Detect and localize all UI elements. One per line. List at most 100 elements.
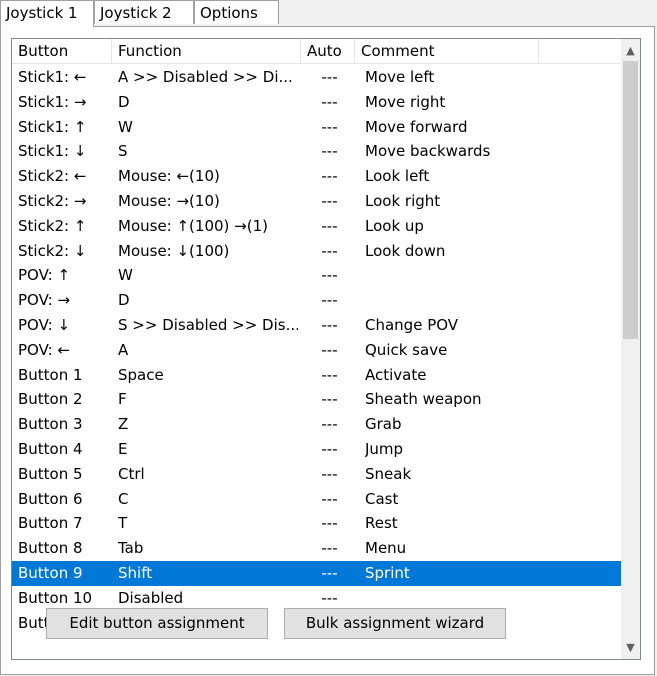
comment-cell: Sprint bbox=[365, 563, 410, 582]
auto-cell: --- bbox=[321, 588, 338, 607]
auto-cell: --- bbox=[321, 216, 338, 235]
table-row[interactable]: Stick1: ↓ S --- Move backwards bbox=[12, 139, 621, 164]
function-cell: A bbox=[118, 340, 129, 359]
button-cell: Stick1: ↓ bbox=[18, 142, 87, 161]
function-cell: T bbox=[118, 514, 128, 533]
table-row[interactable]: Stick1: → D --- Move right bbox=[12, 90, 621, 115]
auto-cell: --- bbox=[321, 489, 338, 508]
button-cell: Stick2: ↑ bbox=[18, 216, 87, 235]
table-row[interactable]: Stick1: ← A >> Disabled >> Di... --- Move l… bbox=[12, 65, 621, 90]
button-cell: Stick2: ↓ bbox=[18, 241, 87, 260]
function-cell: C bbox=[118, 489, 129, 508]
table-row[interactable]: Stick2: ↓ Mouse: ↓(100) --- Look down bbox=[12, 239, 621, 264]
tab-strip: Joystick 2 Options Joystick 1 bbox=[0, 0, 657, 27]
comment-cell: Grab bbox=[365, 415, 402, 434]
comment-cell: Look right bbox=[365, 191, 441, 210]
function-cell: Mouse: ↑(100) →(1) bbox=[118, 216, 268, 235]
list-header: Button Function Auto Comment bbox=[12, 39, 621, 64]
column-header-function[interactable]: Function bbox=[112, 39, 301, 63]
comment-cell: Move right bbox=[365, 92, 446, 111]
table-row[interactable]: Button 10 Disabled --- bbox=[12, 586, 621, 611]
button-cell: Button 3 bbox=[18, 415, 83, 434]
function-cell: A >> Disabled >> Di... bbox=[118, 68, 293, 86]
table-row[interactable]: POV: ↓ S >> Disabled >> Dis... --- Change P… bbox=[12, 313, 621, 338]
table-row[interactable]: Stick2: ↑ Mouse: ↑(100) →(1) --- Look up bbox=[12, 214, 621, 239]
column-header-button[interactable]: Button bbox=[12, 39, 112, 63]
button-cell: Button 9 bbox=[18, 563, 83, 582]
tab-options[interactable]: Options bbox=[194, 0, 279, 24]
table-row[interactable]: Button 6 C --- Cast bbox=[12, 487, 621, 512]
edit-button-assignment-button[interactable]: Edit button assignment bbox=[46, 608, 268, 639]
auto-cell: --- bbox=[321, 241, 338, 260]
comment-cell: Look up bbox=[365, 216, 424, 235]
scroll-down-icon[interactable]: ▼ bbox=[621, 638, 640, 657]
auto-cell: --- bbox=[321, 315, 338, 334]
table-row[interactable]: POV: ← A --- Quick save bbox=[12, 338, 621, 363]
auto-cell: --- bbox=[321, 167, 338, 186]
comment-cell: Move forward bbox=[365, 117, 468, 136]
auto-cell: --- bbox=[321, 142, 338, 161]
table-row[interactable]: Button 9 Shift --- Sprint bbox=[12, 560, 621, 586]
comment-cell: Move left bbox=[365, 68, 435, 86]
tab-joystick-1[interactable]: Joystick 1 bbox=[0, 0, 94, 27]
table-row[interactable]: Stick1: ↑ W --- Move forward bbox=[12, 115, 621, 140]
function-cell: S bbox=[118, 142, 128, 161]
button-cell: Button 7 bbox=[18, 514, 83, 533]
table-row[interactable]: Button 5 Ctrl --- Sneak bbox=[12, 462, 621, 487]
button-cell: Button 1 bbox=[18, 365, 83, 384]
button-cell: Button 4 bbox=[18, 439, 83, 458]
table-row[interactable]: Button 7 T --- Rest bbox=[12, 511, 621, 536]
function-cell: Space bbox=[118, 365, 164, 384]
button-assignment-list[interactable]: Button Function Auto Comment Stick1: ← A … bbox=[11, 38, 641, 660]
function-cell: D bbox=[118, 92, 130, 111]
table-row[interactable]: Button 2 F --- Sheath weapon bbox=[12, 387, 621, 412]
auto-cell: --- bbox=[321, 365, 338, 384]
function-cell: Mouse: ↓(100) bbox=[118, 241, 230, 260]
scroll-up-icon[interactable]: ▲ bbox=[621, 41, 640, 60]
table-row[interactable]: Button 1 Space --- Activate bbox=[12, 363, 621, 388]
scrollbar-thumb[interactable] bbox=[623, 61, 638, 339]
auto-cell: --- bbox=[321, 539, 338, 558]
button-cell: Button 6 bbox=[18, 489, 83, 508]
button-cell: Stick1: ← bbox=[18, 68, 87, 86]
table-row[interactable]: POV: ↑ W --- bbox=[12, 263, 621, 288]
button-cell: Button 5 bbox=[18, 464, 83, 483]
column-header-auto[interactable]: Auto bbox=[301, 39, 355, 63]
function-cell: Mouse: ←(10) bbox=[118, 167, 220, 186]
bulk-assignment-wizard-button[interactable]: Bulk assignment wizard bbox=[284, 608, 506, 639]
button-cell: Stick2: ← bbox=[18, 167, 87, 186]
button-cell: Button 8 bbox=[18, 539, 83, 558]
column-header-comment[interactable]: Comment bbox=[355, 39, 539, 63]
tab-joystick-2[interactable]: Joystick 2 bbox=[94, 0, 194, 24]
function-cell: Mouse: →(10) bbox=[118, 191, 220, 210]
auto-cell: --- bbox=[321, 439, 338, 458]
auto-cell: --- bbox=[321, 191, 338, 210]
function-cell: W bbox=[118, 266, 133, 285]
table-row[interactable]: POV: → D --- bbox=[12, 288, 621, 313]
table-row[interactable]: Stick2: → Mouse: →(10) --- Look right bbox=[12, 189, 621, 214]
button-cell: POV: ← bbox=[18, 340, 71, 359]
auto-cell: --- bbox=[321, 68, 338, 86]
table-row[interactable]: Button 4 E --- Jump bbox=[12, 437, 621, 462]
function-cell: S >> Disabled >> Dis... bbox=[118, 315, 298, 334]
comment-cell: Activate bbox=[365, 365, 427, 384]
comment-cell: Rest bbox=[365, 514, 398, 533]
comment-cell: Change POV bbox=[365, 315, 459, 334]
table-row[interactable]: Button 8 Tab --- Menu bbox=[12, 536, 621, 561]
auto-cell: --- bbox=[321, 563, 338, 582]
comment-cell: Jump bbox=[365, 439, 404, 458]
table-row[interactable]: Button 3 Z --- Grab bbox=[12, 412, 621, 437]
comment-cell: Quick save bbox=[365, 340, 448, 359]
button-cell: POV: → bbox=[18, 291, 71, 310]
comment-cell: Look left bbox=[365, 167, 430, 186]
auto-cell: --- bbox=[321, 340, 338, 359]
function-cell: Z bbox=[118, 415, 129, 434]
function-cell: D bbox=[118, 291, 130, 310]
list-rows: Stick1: ← A >> Disabled >> Di... --- Move l… bbox=[12, 65, 621, 635]
table-row[interactable]: Stick2: ← Mouse: ←(10) --- Look left bbox=[12, 164, 621, 189]
auto-cell: --- bbox=[321, 117, 338, 136]
vertical-scrollbar[interactable]: ▲ ▼ bbox=[621, 39, 640, 659]
function-cell: Shift bbox=[118, 563, 153, 582]
button-cell: Button 2 bbox=[18, 390, 83, 409]
comment-cell: Sneak bbox=[365, 464, 412, 483]
